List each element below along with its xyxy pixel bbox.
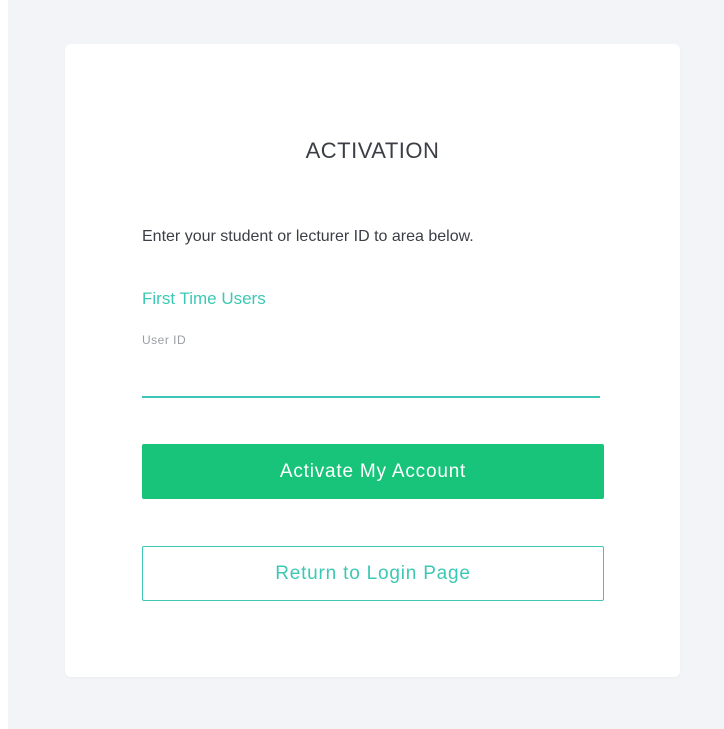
activation-card: ACTIVATION Enter your student or lecture… — [65, 44, 680, 677]
first-time-users-label: First Time Users — [142, 289, 266, 308]
instruction-text: Enter your student or lecturer ID to are… — [142, 228, 474, 245]
return-to-login-button[interactable]: Return to Login Page — [142, 546, 604, 601]
user-id-input[interactable] — [142, 360, 600, 398]
activate-account-button[interactable]: Activate My Account — [142, 444, 604, 499]
page-title: ACTIVATION — [305, 138, 440, 163]
user-id-label: User ID — [142, 333, 187, 347]
